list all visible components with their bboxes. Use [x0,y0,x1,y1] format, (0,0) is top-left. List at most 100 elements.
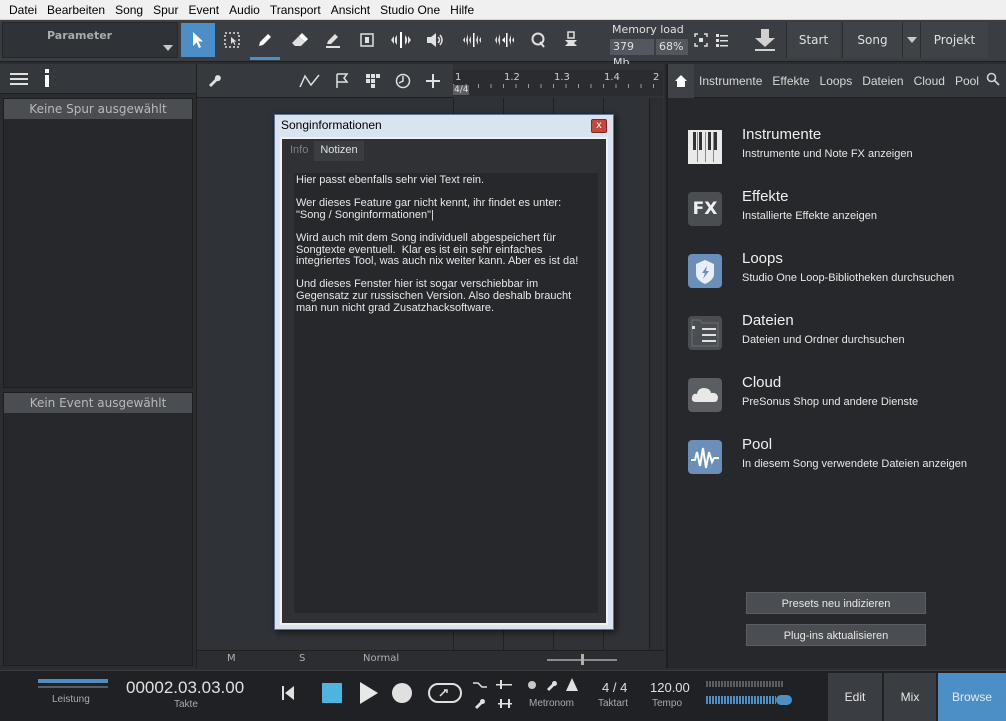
browse-button[interactable]: Browse [938,673,1006,721]
menu-icon[interactable] [10,73,28,88]
search-icon[interactable] [986,72,1000,89]
list-view-button[interactable] [712,23,732,57]
ruler-ticks [453,84,663,88]
stop-icon[interactable] [322,683,342,703]
wrench-icon[interactable] [207,74,221,91]
record-icon[interactable] [392,683,412,703]
track-height-mode[interactable]: Normal [363,653,399,664]
position-display[interactable]: 00002.03.03.00 [126,678,244,698]
project-button[interactable]: Projekt [920,22,988,58]
menu-event[interactable]: Event [183,3,224,17]
metronome-click-icon[interactable] [528,681,536,689]
menu-hilfe[interactable]: Hilfe [445,3,479,17]
timeline-ruler[interactable]: 1 1.2 1.3 1.4 2 4/4 [453,70,663,96]
tempo-tap-icon[interactable] [474,697,486,712]
mute-tool-button[interactable] [420,23,450,57]
snap-button[interactable] [692,23,710,57]
eraser-tool-button[interactable] [284,23,314,57]
tab-info[interactable]: Info [284,141,314,161]
output-toggle-icon[interactable] [776,695,792,705]
metronome-settings-icon[interactable] [546,679,558,694]
tab-notizen[interactable]: Notizen [314,141,364,161]
tab-instrumente[interactable]: Instrumente [694,74,767,88]
browser-item-title: Pool [742,436,773,453]
browser-item-dateien[interactable]: Dateien Dateien und Ordner durchsuchen [688,312,988,362]
parameter-dropdown[interactable]: Parameter [2,22,178,58]
menu-bearbeiten[interactable]: Bearbeiten [42,3,110,17]
stretch-tool-button[interactable] [490,23,520,57]
song-dropdown-button[interactable] [902,22,920,58]
tab-dateien[interactable]: Dateien [857,74,908,88]
menu-ansicht[interactable]: Ansicht [326,3,375,17]
notes-textarea[interactable]: Hier passt ebenfalls sehr viel Text rein… [294,173,598,613]
tab-effekte[interactable]: Effekte [767,74,814,88]
loop-icon[interactable] [428,683,462,706]
mix-button[interactable]: Mix [884,673,936,721]
menu-audio[interactable]: Audio [224,3,265,17]
browser-item-pool[interactable]: Pool In diesem Song verwendete Dateien a… [688,436,988,486]
clock-icon[interactable] [395,73,411,92]
split-tool-button[interactable] [386,23,416,57]
precount-icon[interactable] [496,679,512,693]
browser-item-effekte[interactable]: FX Effekte Installierte Effekte anzeigen [688,188,988,238]
arrow-tool-button[interactable] [181,23,215,57]
menu-spur[interactable]: Spur [148,3,183,17]
song-info-dialog[interactable]: Songinformationen x Info Notizen Hier pa… [274,114,614,630]
arrange-footer: M S Normal [197,650,665,668]
solo-all-button[interactable]: S [299,653,305,664]
tab-loops[interactable]: Loops [815,74,858,88]
update-plugins-button[interactable]: Plug-ins aktualisieren [746,624,926,646]
metronome-icon[interactable] [566,678,578,694]
tab-pool[interactable]: Pool [950,74,984,88]
import-button[interactable] [746,23,784,57]
transport-bar: Leistung 00002.03.03.00 Takte Metronom 4… [0,670,1006,721]
bend-tool-button[interactable] [458,23,488,57]
quantize-button[interactable] [523,23,553,57]
menu-datei[interactable]: Datei [4,3,42,17]
pencil-icon [259,34,271,46]
tempo-display[interactable]: 120.00 [650,680,690,695]
sync-icon[interactable] [498,698,512,712]
browser-item-loops[interactable]: Loops Studio One Loop-Bibliotheken durch… [688,250,988,300]
browser-item-instrumente[interactable]: Instrumente Instrumente und Note FX anze… [688,126,988,176]
browser-home-tab[interactable] [668,63,694,98]
menu-song[interactable]: Song [110,3,148,17]
grid-icon[interactable] [365,73,381,92]
piano-icon [688,130,722,164]
browser-item-title: Loops [742,250,783,267]
menu-studio-one[interactable]: Studio One [375,3,445,17]
automation-icon[interactable] [299,74,321,91]
event-inspector-title: Kein Event ausgewählt [4,393,192,413]
add-track-icon[interactable] [425,73,441,92]
edit-button[interactable]: Edit [828,673,882,721]
punch-in-icon[interactable] [472,679,488,693]
marker-flag-icon[interactable] [335,73,349,92]
start-button[interactable]: Start [786,22,840,58]
rewind-icon[interactable] [282,686,294,703]
zoom-thumb[interactable] [581,654,584,665]
vertical-scrollbar[interactable] [649,98,663,650]
split-icon [391,32,411,48]
mute-all-button[interactable]: M [227,653,236,664]
range-tool-button[interactable] [217,23,247,57]
browser-item-cloud[interactable]: Cloud PreSonus Shop und andere Dienste [688,374,988,424]
paint-tool-button[interactable] [318,23,348,57]
browser-item-title: Dateien [742,312,794,329]
chevron-down-icon [163,45,173,51]
info-icon[interactable] [43,69,51,90]
play-icon[interactable] [360,682,378,707]
range-bracket-button[interactable] [352,23,382,57]
tab-cloud[interactable]: Cloud [909,74,950,88]
song-button[interactable]: Song [842,22,902,58]
inspector-header [0,64,196,94]
autoscroll-button[interactable] [556,23,586,57]
time-signature-display[interactable]: 4 / 4 [602,680,627,695]
chevron-down-icon [906,37,917,43]
menu-transport[interactable]: Transport [265,3,326,17]
pencil-tool-button[interactable] [250,23,280,60]
stretch-icon [495,33,514,47]
parameter-label: Parameter [47,29,113,42]
reindex-presets-button[interactable]: Presets neu indizieren [746,592,926,614]
browser-item-title: Effekte [742,188,789,205]
close-button[interactable]: x [591,119,607,133]
